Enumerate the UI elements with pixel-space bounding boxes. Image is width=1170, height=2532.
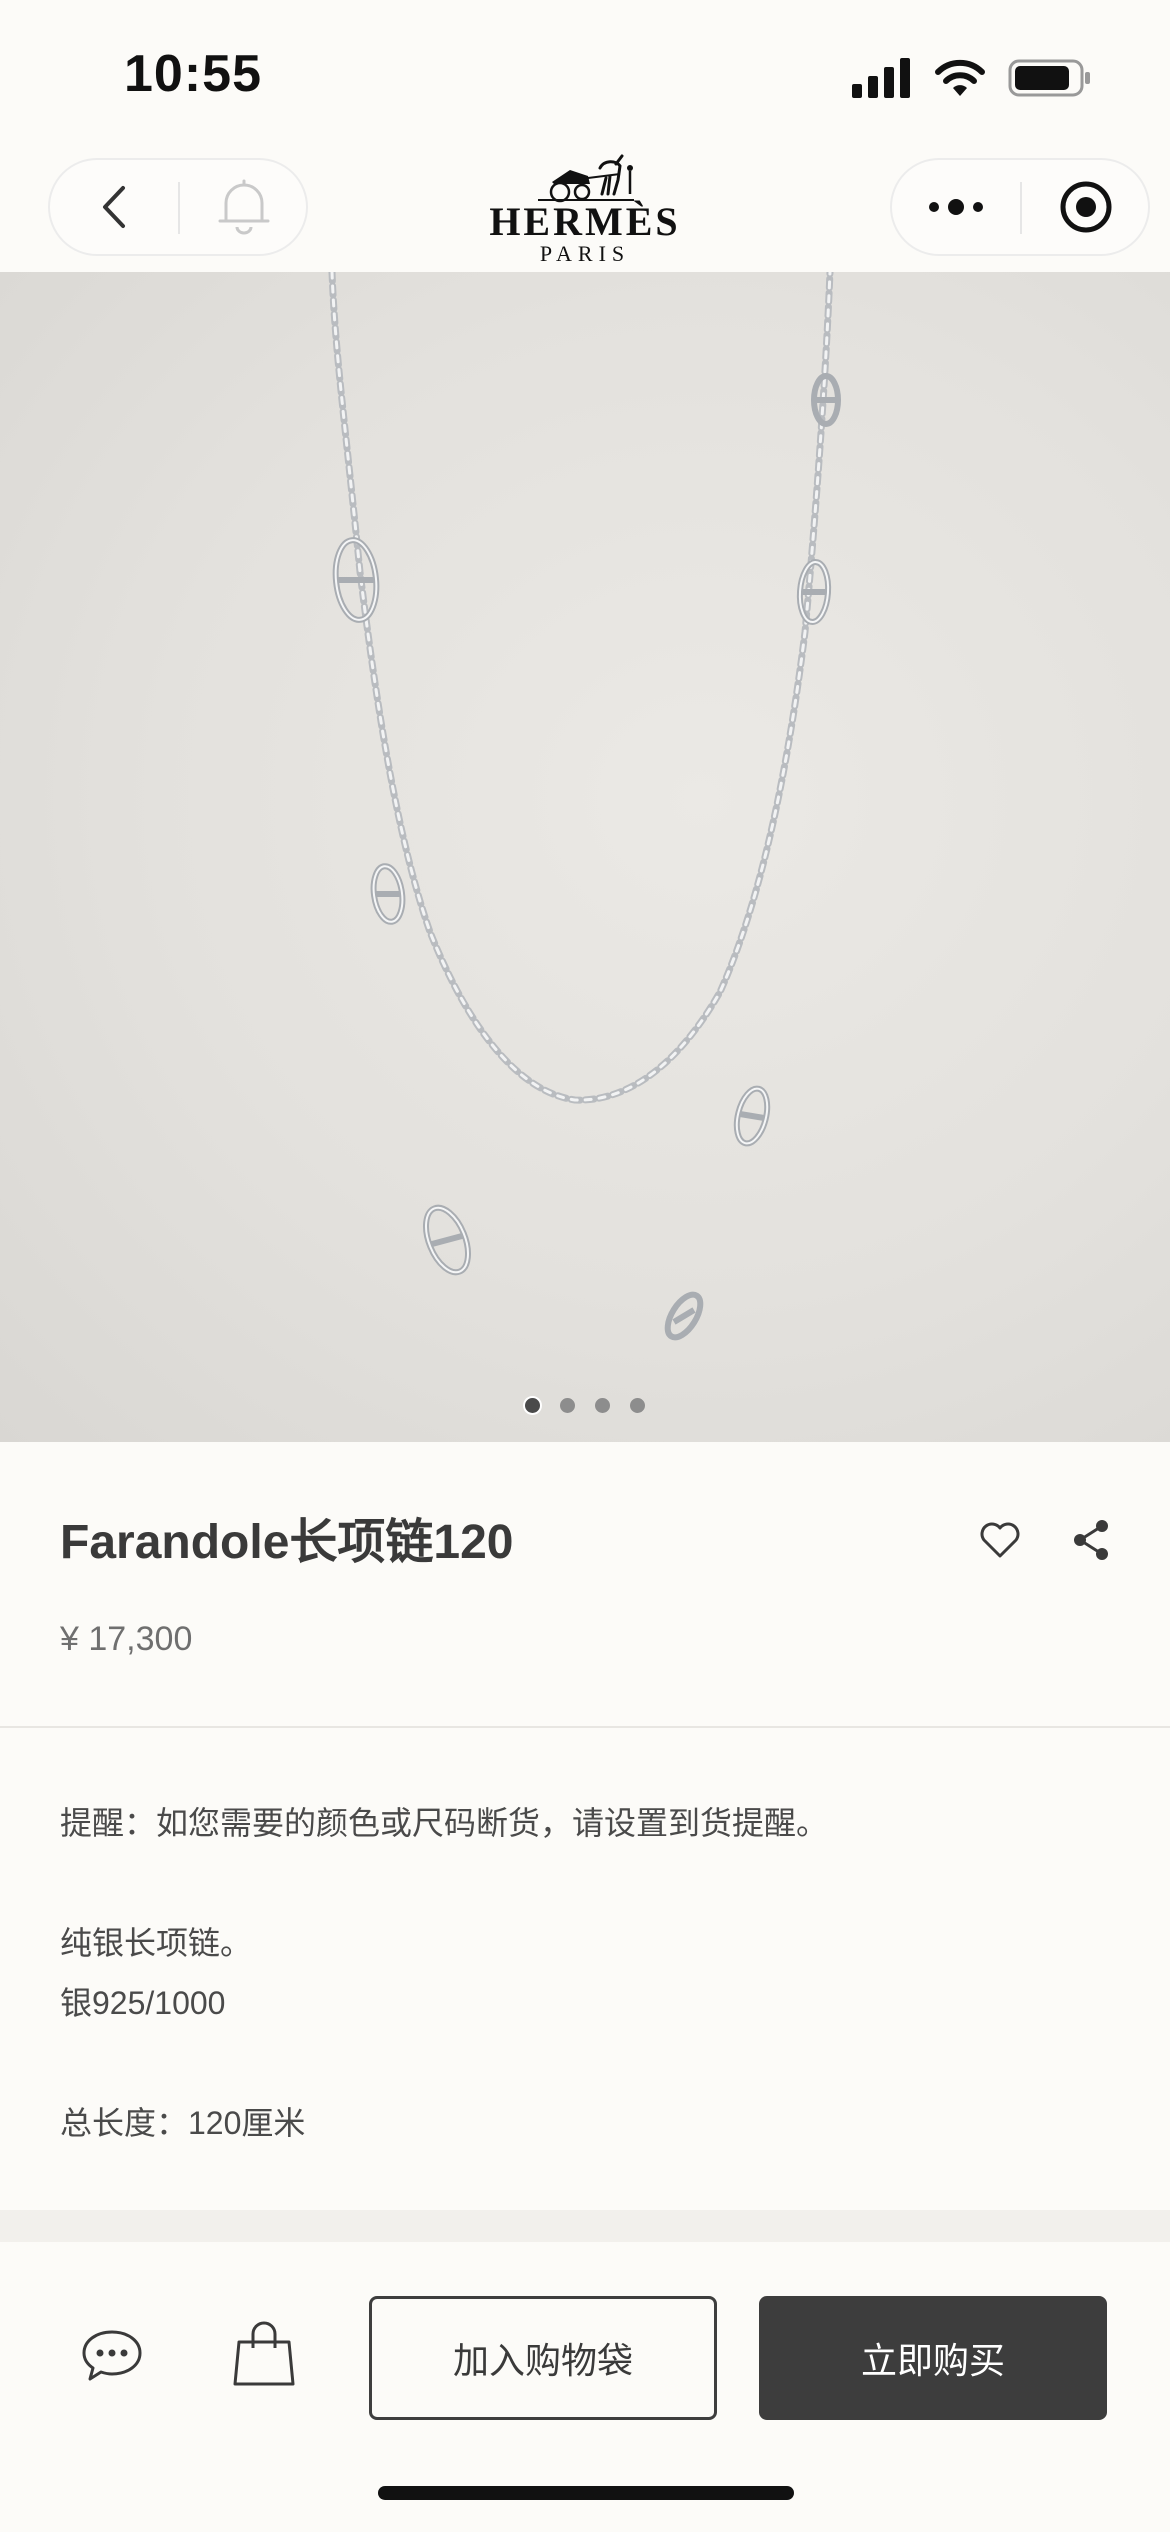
shopping-bag-button[interactable] [230,2318,298,2390]
close-miniprogram-button[interactable] [1022,160,1150,254]
cellular-signal-icon [852,58,910,98]
product-image-carousel[interactable] [0,272,1170,1442]
section-separator [0,2210,1170,2242]
brand-subtitle: PARIS [539,241,631,266]
home-indicator[interactable] [378,2486,794,2500]
product-title: Farandole长项链120 [60,1516,514,1569]
product-description: 提醒：如您需要的颜色或尺码断货，请设置到货提醒。 纯银长项链。 银925/100… [0,1730,1170,2210]
nav-capsule-right [890,158,1150,256]
back-button[interactable] [50,160,178,254]
status-bar: 10:55 [0,0,1170,150]
nav-capsule-left [48,158,308,256]
share-icon [1074,1520,1108,1560]
product-detail-screen: 10:55 HERMÈS PARIS Farandole长项链120 ¥ 17,… [0,0,1170,2532]
carousel-dot-4[interactable] [630,1398,645,1413]
notification-button[interactable] [180,160,308,254]
close-target-icon [1060,181,1112,233]
product-price: ¥ 17,300 [60,1620,193,1658]
carousel-dot-2[interactable] [560,1398,575,1413]
back-icon [103,186,125,228]
bell-icon [218,179,270,235]
more-icon [929,199,983,215]
description-line-length: 总长度：120厘米 [60,2105,306,2141]
add-to-bag-button[interactable]: 加入购物袋 [369,2296,717,2420]
description-line-material: 纯银长项链。 [60,1925,253,1961]
carousel-dot-3[interactable] [595,1398,610,1413]
nav-bar: HERMÈS PARIS [0,150,1170,272]
description-line-purity: 银925/1000 [60,1985,226,2021]
status-time: 10:55 [124,45,262,103]
buy-now-button[interactable]: 立即购买 [759,2296,1107,2420]
favorite-button[interactable] [976,1516,1024,1564]
carousel-pagination [0,1398,1170,1418]
product-info-section: Farandole长项链120 ¥ 17,300 [0,1442,1170,1728]
brand-name: HERMÈS [489,199,681,244]
stock-notice: 提醒：如您需要的颜色或尺码断货，请设置到货提醒。 [60,1805,829,1841]
shopping-bag-icon [233,2321,295,2386]
battery-icon [1008,59,1090,97]
status-icons [852,56,1092,100]
carousel-dot-1[interactable] [525,1398,540,1413]
chat-bubble-icon [82,2330,142,2381]
carriage-logo-icon [538,154,634,203]
customer-service-button[interactable] [78,2322,146,2390]
necklace-product-image [328,272,841,1341]
share-button[interactable] [1068,1516,1116,1564]
wifi-icon [935,59,985,96]
brand-logo: HERMÈS PARIS [485,154,685,270]
heart-icon [980,1522,1020,1558]
more-button[interactable] [892,160,1020,254]
